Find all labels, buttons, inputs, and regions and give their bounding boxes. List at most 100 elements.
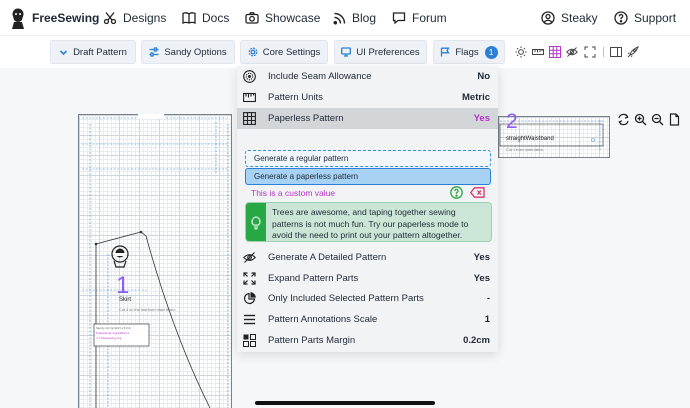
- skirt-pattern-drawing: Sandy Circle Skirt v3.0.0 freesewing.org…: [82, 114, 229, 408]
- setting-annotation-scale[interactable]: Pattern Annotations Scale 1: [237, 309, 498, 329]
- svg-text:(c) freesewing.org: (c) freesewing.org: [96, 336, 122, 340]
- support-label: Support: [634, 11, 677, 25]
- setting-label: Expand Pattern Parts: [268, 272, 359, 284]
- setting-label: Pattern Units: [268, 91, 323, 103]
- help-circle-icon: [614, 11, 628, 25]
- draft-pattern-button[interactable]: Draft Pattern: [50, 40, 136, 64]
- nav-blog-label: Blog: [352, 11, 377, 25]
- reset-zoom-icon[interactable]: [616, 112, 631, 127]
- setting-detailed-pattern[interactable]: Generate A Detailed Pattern Yes: [237, 247, 498, 267]
- setting-value: 0.2cm: [463, 334, 490, 346]
- part1-name: Skirt: [119, 297, 131, 303]
- flags-count-badge: 1: [484, 45, 498, 59]
- setting-value: -: [486, 292, 490, 304]
- expand-icon[interactable]: [584, 46, 596, 58]
- brand-name: FreeSewing: [32, 11, 100, 25]
- setting-label: Generate A Detailed Pattern: [268, 251, 387, 263]
- gear-icon: [248, 47, 258, 57]
- flags-button[interactable]: Flags 1: [433, 40, 505, 64]
- setting-label: Include Seam Allowance: [268, 70, 372, 82]
- ruler-icon: [242, 90, 256, 104]
- setting-label: Paperless Pattern: [268, 113, 344, 124]
- lines-icon: [242, 312, 256, 326]
- page-icon[interactable]: [667, 112, 682, 127]
- nav-designs-label: Designs: [123, 11, 167, 25]
- help-icon[interactable]: [450, 186, 463, 201]
- setting-value: Yes: [473, 113, 490, 124]
- rss-icon: [333, 12, 346, 24]
- eye-slash-icon[interactable]: [566, 46, 578, 58]
- camera-icon: [245, 12, 259, 24]
- support-link[interactable]: Support: [614, 0, 676, 36]
- freesewing-logo-icon: [12, 8, 24, 29]
- margin-icon: [242, 333, 256, 347]
- part2-name: straightWaistband: [506, 136, 554, 142]
- freesewing-logo-icon: [111, 245, 129, 268]
- setting-seam-allowance[interactable]: Include Seam Allowance No: [237, 66, 498, 86]
- setting-pattern-units[interactable]: Pattern Units Metric: [237, 87, 498, 107]
- core-settings-label: Core Settings: [262, 46, 321, 58]
- draft-pattern-label: Draft Pattern: [73, 46, 127, 58]
- flags-label: Flags: [455, 46, 479, 58]
- sidebar-toggle-icon[interactable]: [610, 46, 622, 58]
- part2-number: 2: [506, 110, 518, 133]
- nav-showcase[interactable]: Showcase: [245, 0, 320, 36]
- nav-docs-label: Docs: [202, 11, 230, 25]
- setting-only-parts[interactable]: Only Included Selected Pattern Parts -: [237, 288, 498, 308]
- setting-value: 1: [484, 313, 490, 325]
- pie-icon: [242, 291, 256, 305]
- paperless-tip: Trees are awesome, and taping together s…: [245, 202, 492, 242]
- setting-value: Metric: [462, 91, 490, 103]
- lightbulb-icon: [246, 203, 266, 241]
- nav-showcase-label: Showcase: [265, 11, 321, 25]
- setting-label: Pattern Annotations Scale: [268, 313, 378, 325]
- zoom-out-icon[interactable]: [650, 112, 665, 127]
- ruler-icon[interactable]: [532, 46, 544, 58]
- nav-designs[interactable]: Designs: [103, 0, 166, 36]
- svg-text:Sandy Circle Skirt v3.0.0: Sandy Circle Skirt v3.0.0: [96, 326, 131, 330]
- top-navigation: FreeSewing Designs Docs Showcase Blog Fo…: [0, 0, 690, 36]
- setting-parts-margin[interactable]: Pattern Parts Margin 0.2cm: [237, 330, 498, 350]
- setting-label: Only Included Selected Pattern Parts: [268, 292, 424, 304]
- eye-slash-icon: [242, 250, 256, 264]
- monitor-icon: [341, 47, 352, 57]
- setting-expand-parts[interactable]: Expand Pattern Parts Yes: [237, 268, 498, 288]
- setting-paperless-pattern[interactable]: Paperless Pattern Yes: [237, 108, 498, 129]
- home-indicator: [255, 401, 435, 405]
- sandy-options-button[interactable]: Sandy Options: [141, 40, 235, 64]
- ui-preferences-button[interactable]: UI Preferences: [334, 40, 427, 64]
- custom-value-text: This is a custom value: [251, 188, 336, 198]
- grid-icon: [242, 112, 256, 126]
- part2-instructions: Cut 1 from main fabric: [506, 148, 544, 152]
- core-settings-button[interactable]: Core Settings: [240, 40, 328, 64]
- toolbar-separator: [603, 47, 604, 57]
- zoom-in-icon[interactable]: [633, 112, 648, 127]
- rocket-icon[interactable]: [627, 46, 639, 58]
- custom-value-row: This is a custom value: [251, 186, 487, 200]
- nav-blog[interactable]: Blog: [333, 0, 376, 36]
- paperless-pattern-option[interactable]: Generate a paperless pattern: [245, 168, 491, 185]
- core-settings-dropdown: Include Seam Allowance No Pattern Units …: [237, 66, 498, 352]
- sun-icon[interactable]: [515, 46, 527, 58]
- setting-value: No: [477, 70, 490, 82]
- nav-forum[interactable]: Forum: [392, 0, 447, 36]
- nav-docs[interactable]: Docs: [182, 0, 229, 36]
- pattern-toolbar: Draft Pattern Sandy Options Core Setting…: [0, 36, 690, 68]
- setting-value: Yes: [473, 251, 490, 263]
- user-circle-icon: [541, 11, 555, 25]
- chat-icon: [392, 12, 406, 25]
- ui-preferences-label: UI Preferences: [356, 46, 420, 58]
- sliders-icon: [149, 47, 159, 57]
- brand-link[interactable]: FreeSewing: [8, 0, 99, 36]
- expand-icon: [242, 271, 256, 285]
- clear-value-icon[interactable]: [469, 187, 485, 200]
- part1-instructions: Cut 4 on the fold from main fabric: [119, 308, 176, 312]
- scissors-icon: [103, 12, 117, 25]
- paperless-grid-icon[interactable]: [549, 46, 561, 58]
- regular-pattern-option[interactable]: Generate a regular pattern: [245, 150, 491, 167]
- svg-text:freesewing.org/patterns: freesewing.org/patterns: [96, 331, 130, 335]
- setting-value: Yes: [473, 272, 490, 284]
- user-menu[interactable]: Steaky: [541, 0, 598, 36]
- nav-forum-label: Forum: [412, 11, 447, 25]
- sandy-options-label: Sandy Options: [164, 46, 227, 58]
